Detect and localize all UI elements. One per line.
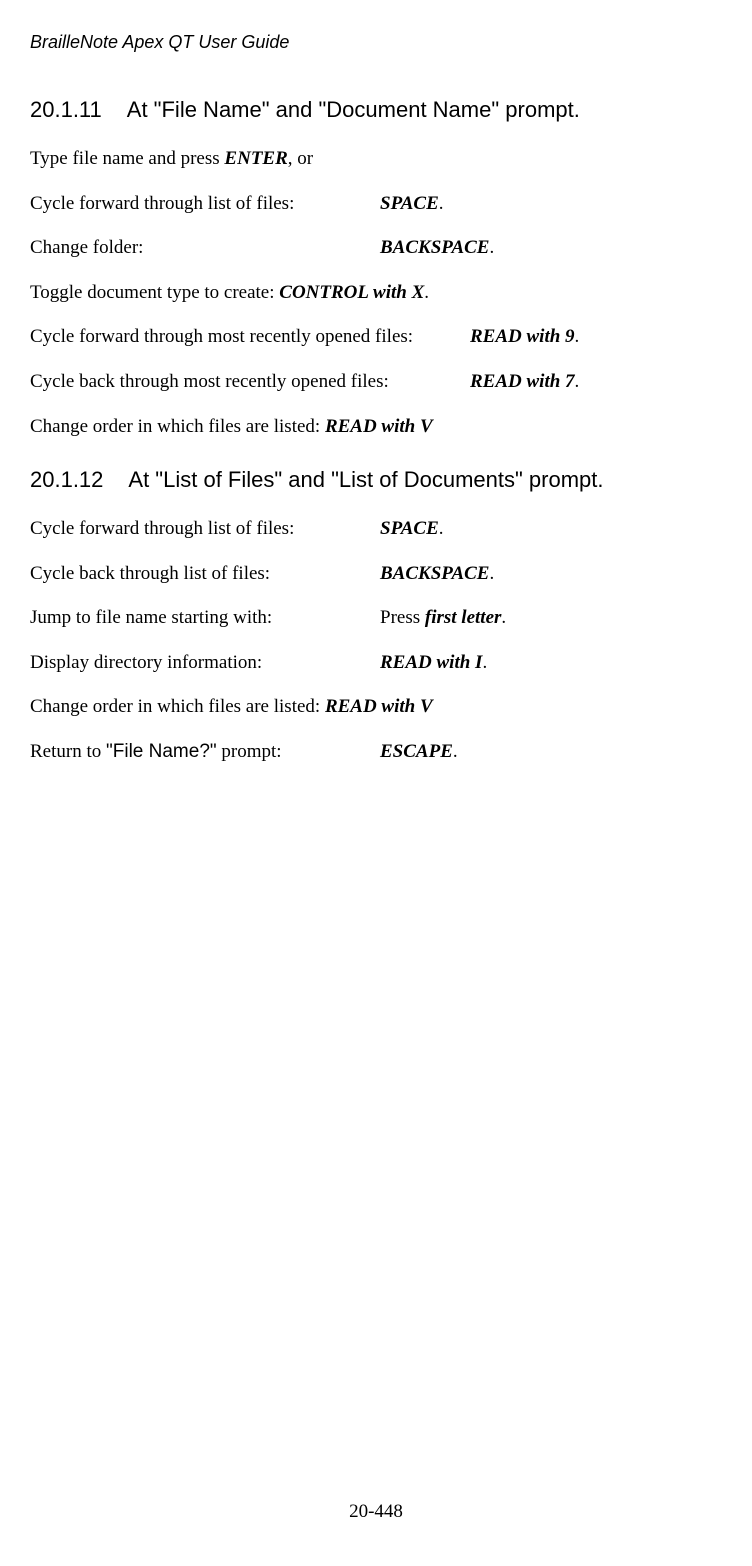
command-key: BACKSPACE. [380, 235, 494, 262]
command-row: Change order in which files are listed: … [30, 694, 712, 721]
text: . [501, 607, 506, 628]
text: Return to [30, 741, 106, 762]
command-label: Jump to file name starting with: [30, 605, 380, 632]
text: . [575, 371, 580, 392]
section-title: At "List of Files" and "List of Document… [128, 467, 603, 492]
command-label: Cycle forward through most recently open… [30, 324, 470, 351]
command-label: Cycle back through list of files: [30, 561, 380, 588]
command-key: READ with 7. [470, 369, 579, 396]
command-row: Cycle back through most recently opened … [30, 369, 712, 396]
command-label: Cycle forward through list of files: [30, 516, 380, 543]
command-key: READ with I. [380, 650, 487, 677]
key: first letter [425, 607, 502, 628]
key: CONTROL with X [279, 282, 424, 303]
doc-header: BrailleNote Apex QT User Guide [30, 30, 712, 55]
command-key: SPACE. [380, 191, 444, 218]
text: . [575, 326, 580, 347]
key: BACKSPACE [380, 563, 489, 584]
command-label: Cycle back through most recently opened … [30, 369, 470, 396]
text: , or [288, 148, 313, 169]
command-label: Change order in which files are listed: [30, 696, 325, 717]
key: ESCAPE [380, 741, 453, 762]
command-row: Display directory information: READ with… [30, 650, 712, 677]
key: BACKSPACE [380, 237, 489, 258]
text: . [489, 237, 494, 258]
command-label: Return to "File Name?" prompt: [30, 739, 380, 766]
section-heading-1: 20.1.11 At "File Name" and "Document Name… [30, 95, 712, 126]
command-label: Toggle document type to create: [30, 282, 279, 303]
key: READ with V [325, 416, 433, 437]
command-label: Change order in which files are listed: [30, 416, 325, 437]
intro-line: Type file name and press ENTER, or [30, 146, 712, 173]
prompt-name: "File Name?" [106, 741, 217, 762]
command-label: Change folder: [30, 235, 380, 262]
section-number: 20.1.11 [30, 95, 102, 126]
command-key: BACKSPACE. [380, 561, 494, 588]
section-number: 20.1.12 [30, 465, 103, 496]
command-row: Cycle forward through most recently open… [30, 324, 712, 351]
command-key: READ with 9. [470, 324, 579, 351]
command-row: Cycle back through list of files: BACKSP… [30, 561, 712, 588]
key: SPACE [380, 193, 439, 214]
text: . [439, 193, 444, 214]
text: prompt: [217, 741, 282, 762]
text: . [439, 518, 444, 539]
text: . [453, 741, 458, 762]
command-key: Press first letter. [380, 605, 506, 632]
key: READ with I [380, 652, 482, 673]
command-label: Display directory information: [30, 650, 380, 677]
command-key: ESCAPE. [380, 739, 458, 766]
command-row: Jump to file name starting with: Press f… [30, 605, 712, 632]
command-row: Cycle forward through list of files: SPA… [30, 516, 712, 543]
command-label: Cycle forward through list of files: [30, 191, 380, 218]
key: READ with 7 [470, 371, 575, 392]
text: . [489, 563, 494, 584]
text: Type file name and press [30, 148, 224, 169]
command-row: Cycle forward through list of files: SPA… [30, 191, 712, 218]
key: SPACE [380, 518, 439, 539]
text: . [482, 652, 487, 673]
section-heading-2: 20.1.12 At "List of Files" and "List of D… [30, 465, 712, 496]
key: READ with V [325, 696, 433, 717]
key: ENTER [224, 148, 287, 169]
section-title: At "File Name" and "Document Name" promp… [127, 97, 580, 122]
page-number: 20-448 [0, 1499, 752, 1526]
command-row: Return to "File Name?" prompt: ESCAPE. [30, 739, 712, 766]
key: READ with 9 [470, 326, 575, 347]
text: Press [380, 607, 425, 628]
command-key: SPACE. [380, 516, 444, 543]
command-row: Change order in which files are listed: … [30, 414, 712, 441]
command-row: Toggle document type to create: CONTROL … [30, 280, 712, 307]
command-row: Change folder: BACKSPACE. [30, 235, 712, 262]
text: . [424, 282, 429, 303]
